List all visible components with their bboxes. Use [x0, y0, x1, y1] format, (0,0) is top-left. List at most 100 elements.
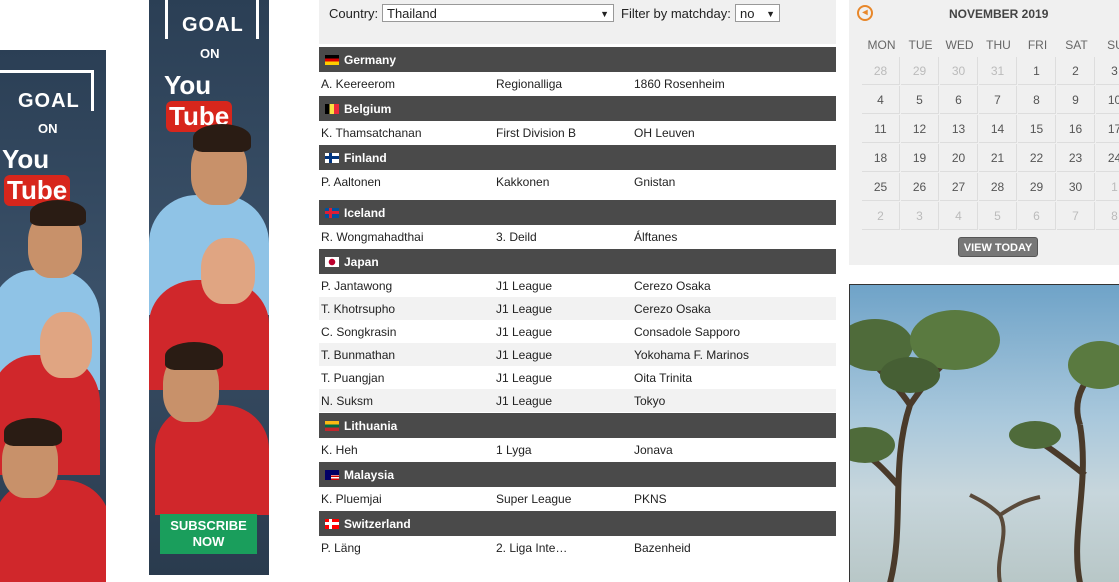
country-select[interactable]: Thailand ▼ [382, 4, 614, 22]
goal-youtube-ad-left[interactable]: GOAL ON YouTube [0, 50, 106, 582]
club-name: Consadole Sapporo [634, 324, 741, 339]
calendar-day[interactable]: 14 [979, 115, 1017, 143]
player-image [165, 342, 223, 370]
calendar-day[interactable]: 22 [1018, 144, 1056, 172]
calendar-day[interactable]: 2 [862, 202, 900, 230]
player-row[interactable]: P. Aaltonen Kakkonen Gnistan [319, 170, 836, 193]
calendar-day[interactable]: 8 [1018, 86, 1056, 114]
calendar-widget: ◂ NOVEMBER 2019 VIEW TODAY MON TUE WED THU F… [849, 0, 1119, 265]
matchday-select[interactable]: no ▼ [735, 4, 780, 22]
calendar-day[interactable]: 13 [940, 115, 978, 143]
league-name: J1 League [496, 393, 553, 408]
calendar-day[interactable]: 10 [1096, 86, 1119, 114]
calendar-day[interactable]: 28 [862, 57, 900, 85]
calendar-day[interactable]: 25 [862, 173, 900, 201]
calendar-day[interactable]: 29 [1018, 173, 1056, 201]
player-row[interactable]: T. Khotrsupho J1 League Cerezo Osaka [319, 297, 836, 320]
calendar-day[interactable]: 1 [1018, 57, 1056, 85]
club-name: Oita Trinita [634, 370, 693, 385]
player-name[interactable]: P. Läng [321, 541, 361, 555]
player-row[interactable]: N. Suksm J1 League Tokyo [319, 389, 836, 412]
player-row[interactable]: T. Puangjan J1 League Oita Trinita [319, 366, 836, 389]
club-name: PKNS [634, 491, 667, 506]
subscribe-line1: SUBSCRIBE [170, 518, 247, 533]
player-row[interactable]: K. Heh 1 Lyga Jonava [319, 438, 836, 461]
calendar-day[interactable]: 6 [1018, 202, 1056, 230]
calendar-day[interactable]: 3 [901, 202, 939, 230]
calendar-day[interactable]: 28 [979, 173, 1017, 201]
player-row[interactable]: K. Pluemjai Super League PKNS [319, 487, 836, 510]
subscribe-now-button[interactable]: SUBSCRIBE NOW [160, 514, 257, 554]
player-name[interactable]: K. Heh [321, 443, 358, 457]
view-today-button[interactable]: VIEW TODAY [958, 237, 1038, 257]
country-name: Malaysia [344, 467, 395, 482]
player-image [155, 405, 269, 515]
calendar-day[interactable]: 30 [940, 57, 978, 85]
player-row[interactable]: R. Wongmahadthai 3. Deild Álftanes [319, 225, 836, 248]
calendar-day[interactable]: 3 [1096, 57, 1119, 85]
player-name[interactable]: K. Pluemjai [321, 492, 382, 506]
league-name: First Division B [496, 125, 577, 140]
calendar-day[interactable]: 19 [901, 144, 939, 172]
country-name: Switzerland [344, 516, 411, 531]
player-row[interactable]: C. Songkrasin J1 League Consadole Sapporo [319, 320, 836, 343]
player-name[interactable]: T. Bunmathan [321, 348, 395, 362]
country-header: Iceland [319, 199, 836, 225]
calendar-day[interactable]: 29 [901, 57, 939, 85]
calendar-day[interactable]: 16 [1057, 115, 1095, 143]
player-name[interactable]: T. Khotrsupho [321, 302, 395, 316]
calendar-day[interactable]: 8 [1096, 202, 1119, 230]
calendar-day[interactable]: 21 [979, 144, 1017, 172]
club-name: Cerezo Osaka [634, 301, 711, 316]
calendar-day[interactable]: 7 [979, 86, 1017, 114]
player-name[interactable]: K. Thamsatchanan [321, 126, 422, 140]
day-of-week-label: SAT [1065, 38, 1088, 52]
calendar-day[interactable]: 4 [940, 202, 978, 230]
calendar-day[interactable]: 18 [862, 144, 900, 172]
country-header: Switzerland [319, 510, 836, 536]
calendar-day[interactable]: 31 [979, 57, 1017, 85]
calendar-day[interactable]: 9 [1057, 86, 1095, 114]
calendar-day[interactable]: 12 [901, 115, 939, 143]
matchday-label: Filter by matchday: [621, 6, 731, 21]
calendar-day[interactable]: 15 [1018, 115, 1056, 143]
goal-youtube-ad-right[interactable]: GOAL ON YouTube SUBSCRIBE NOW [149, 0, 269, 575]
player-row[interactable]: K. Thamsatchanan First Division B OH Leuve… [319, 121, 836, 144]
player-row[interactable]: P. Jantawong J1 League Cerezo Osaka [319, 274, 836, 297]
player-row[interactable]: A. Keereerom Regionalliga 1860 Rosenheim [319, 72, 836, 95]
calendar-day[interactable]: 17 [1096, 115, 1119, 143]
player-name[interactable]: P. Aaltonen [321, 175, 381, 189]
day-of-week-label: SU [1107, 38, 1119, 52]
calendar-day[interactable]: 26 [901, 173, 939, 201]
calendar-day[interactable]: 6 [940, 86, 978, 114]
flag-icon [325, 54, 339, 65]
calendar-day[interactable]: 20 [940, 144, 978, 172]
flag-icon [325, 152, 339, 163]
player-name[interactable]: R. Wongmahadthai [321, 230, 424, 244]
league-name: J1 League [496, 347, 553, 362]
calendar-day[interactable]: 5 [901, 86, 939, 114]
calendar-day[interactable]: 24 [1096, 144, 1119, 172]
calendar-day[interactable]: 5 [979, 202, 1017, 230]
calendar-day[interactable]: 27 [940, 173, 978, 201]
calendar-day[interactable]: 4 [862, 86, 900, 114]
calendar-day[interactable]: 2 [1057, 57, 1095, 85]
calendar-day[interactable]: 1 [1096, 173, 1119, 201]
trees-photo [849, 284, 1119, 582]
country-name: Finland [344, 150, 387, 165]
flag-icon [325, 207, 339, 218]
calendar-day[interactable]: 30 [1057, 173, 1095, 201]
calendar-day[interactable]: 23 [1057, 144, 1095, 172]
player-name[interactable]: A. Keereerom [321, 77, 395, 91]
league-name: Regionalliga [496, 76, 563, 91]
player-name[interactable]: C. Songkrasin [321, 325, 396, 339]
player-row[interactable]: T. Bunmathan J1 League Yokohama F. Marinos [319, 343, 836, 366]
country-label: Country: [329, 6, 379, 21]
calendar-day[interactable]: 11 [862, 115, 900, 143]
player-name[interactable]: P. Jantawong [321, 279, 392, 293]
player-name[interactable]: T. Puangjan [321, 371, 384, 385]
player-name[interactable]: N. Suksm [321, 394, 373, 408]
player-row[interactable]: P. Läng 2. Liga Inte… Bazenheid [319, 536, 836, 559]
prev-month-icon[interactable]: ◂ [857, 5, 873, 21]
calendar-day[interactable]: 7 [1057, 202, 1095, 230]
